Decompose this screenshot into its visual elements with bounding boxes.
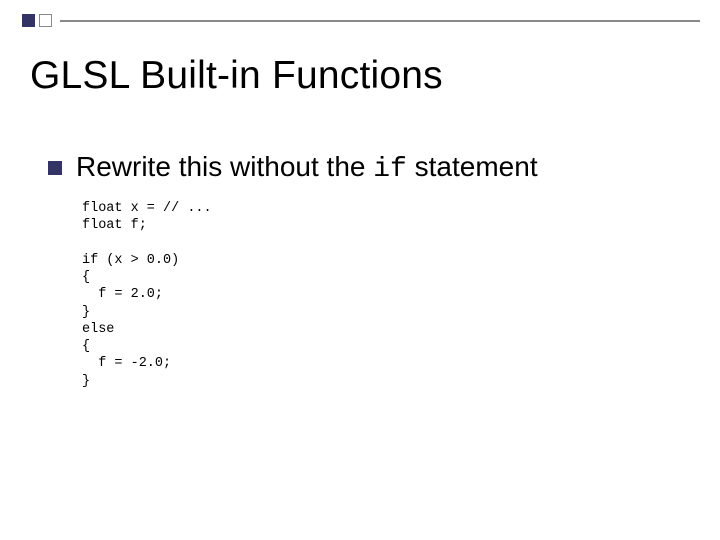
bullet-text-code: if (373, 154, 407, 185)
accent-square-filled (22, 14, 35, 27)
accent-squares (22, 14, 52, 27)
slide-body: Rewrite this without the if statement (48, 150, 680, 187)
bullet-text-suffix: statement (415, 151, 538, 182)
accent-square-outline (39, 14, 52, 27)
bullet-icon (48, 161, 62, 175)
bullet-text-prefix: Rewrite this without the (76, 151, 373, 182)
code-block: float x = // ... float f; if (x > 0.0) {… (82, 200, 212, 390)
bullet-text: Rewrite this without the if statement (76, 150, 538, 187)
bullet-item: Rewrite this without the if statement (48, 150, 680, 187)
accent-divider (60, 20, 700, 22)
slide-title: GLSL Built-in Functions (30, 54, 443, 98)
